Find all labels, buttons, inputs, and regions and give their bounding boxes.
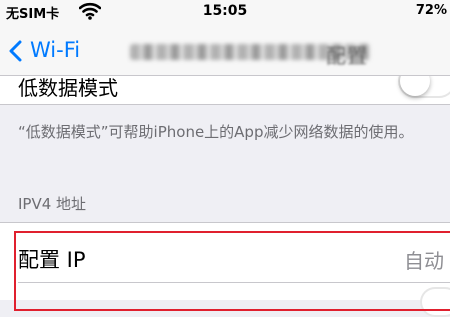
configure-ip-label: 配置 IP <box>18 248 86 272</box>
next-row-toggle[interactable] <box>420 287 450 317</box>
configure-ip-row[interactable]: 配置 IP 自动 <box>0 233 450 283</box>
status-bar: 无SIM卡 15:05 72% <box>0 0 450 28</box>
chevron-left-icon <box>8 40 22 62</box>
battery-percentage: 72% <box>415 3 447 18</box>
low-data-mode-description: “低数据模式”可帮助iPhone上的App减少网络数据的使用。 <box>18 123 414 141</box>
navigation-bar: Wi-Fi 配置 <box>0 28 450 76</box>
configure-ip-value: 自动 <box>404 249 444 273</box>
ipv4-section: 配置 IP 自动 <box>0 222 450 317</box>
clock: 15:05 <box>202 3 248 19</box>
back-button-label: Wi-Fi <box>30 38 81 62</box>
low-data-mode-label: 低数据模式 <box>18 76 118 100</box>
ipv4-section-header: IPV4 地址 <box>18 195 87 213</box>
row-divider <box>18 282 450 283</box>
page-title-visible-part: 配置 <box>326 44 368 68</box>
page-title: 配置 <box>130 42 370 68</box>
